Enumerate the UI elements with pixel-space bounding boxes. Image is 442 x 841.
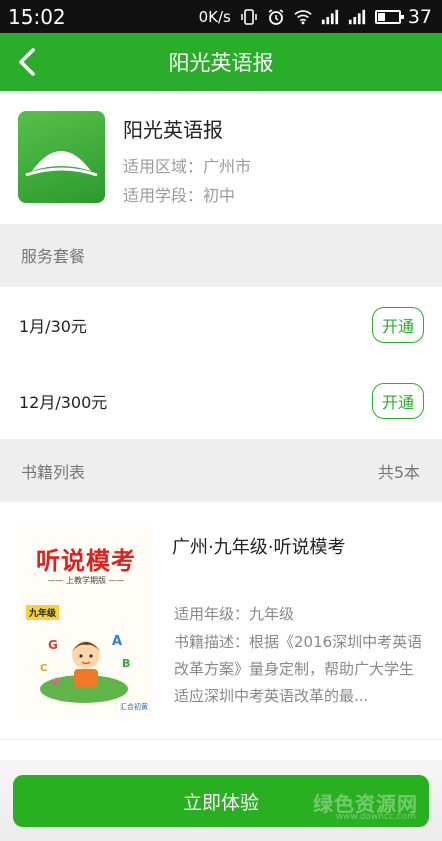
open-package-button[interactable]: 开通 [372,307,424,343]
cartoon-child-icon: G A B C [40,634,130,703]
app-region: 适用区域：广州市 [123,157,252,176]
signal-icon [321,9,338,24]
page-title: 阳光英语报 [168,51,274,75]
svg-text:C: C [40,663,47,674]
packages-header-label: 服务套餐 [21,247,86,266]
open-package-button[interactable]: 开通 [372,383,424,419]
sunrise-hill-icon [18,111,105,203]
app-info-card: 阳光英语报 适用区域：广州市 适用学段：初中 [0,91,442,224]
svg-text:B: B [122,657,130,670]
status-bar: 15:02 0K/s 37 [0,0,442,33]
app-stage: 适用学段：初中 [123,186,236,205]
packages-list: 1月/30元 开通 12月/300元 开通 [0,287,442,439]
book-grade: 适用年级：九年级 [174,605,295,623]
divider [0,739,442,740]
books-header-label: 书籍列表 [21,462,86,482]
alarm-icon [268,8,284,25]
cover-grade-tag: 九年级 [26,605,60,620]
cover-title: 听说模考 [36,547,136,575]
status-icons: 0K/s 37 [199,6,432,28]
network-speed: 0K/s [198,7,231,26]
watermark-url: www.downcc.com [335,812,416,822]
book-title[interactable]: 广州·九年级·听说模考 [172,533,345,559]
cover-subtitle: —— 上教学期版 —— [47,576,125,585]
wifi-icon [294,9,312,24]
chevron-left-icon[interactable] [14,47,42,77]
signal-icon-2 [348,9,365,24]
cover-brand: 汇合初黄 [120,703,148,711]
app-name: 阳光英语报 [123,118,223,142]
book-cover[interactable]: 听说模考 —— 上教学期版 —— 九年级 G A B C 汇合初黄 [18,527,154,718]
books-count: 共5本 [377,462,420,482]
vibrate-icon [241,8,257,25]
package-row: 1月/30元 开通 [0,287,442,363]
battery-icon [374,9,404,24]
packages-section-header: 服务套餐 [0,224,442,286]
app-bar: 阳光英语报 [0,33,442,91]
book-description: 书籍描述：根据《2016深圳中考英语改革方案》量身定制，帮助广大学生适应深圳中考… [174,633,423,705]
svg-text:G: G [48,638,58,652]
svg-text:A: A [112,634,122,649]
package-label: 1月/30元 [19,317,87,336]
package-label: 12月/300元 [19,393,108,412]
books-section-header: 书籍列表 共5本 [0,439,442,502]
package-row: 12月/300元 开通 [0,363,442,439]
battery-percent: 37 [407,5,432,28]
status-time: 15:02 [8,4,66,29]
